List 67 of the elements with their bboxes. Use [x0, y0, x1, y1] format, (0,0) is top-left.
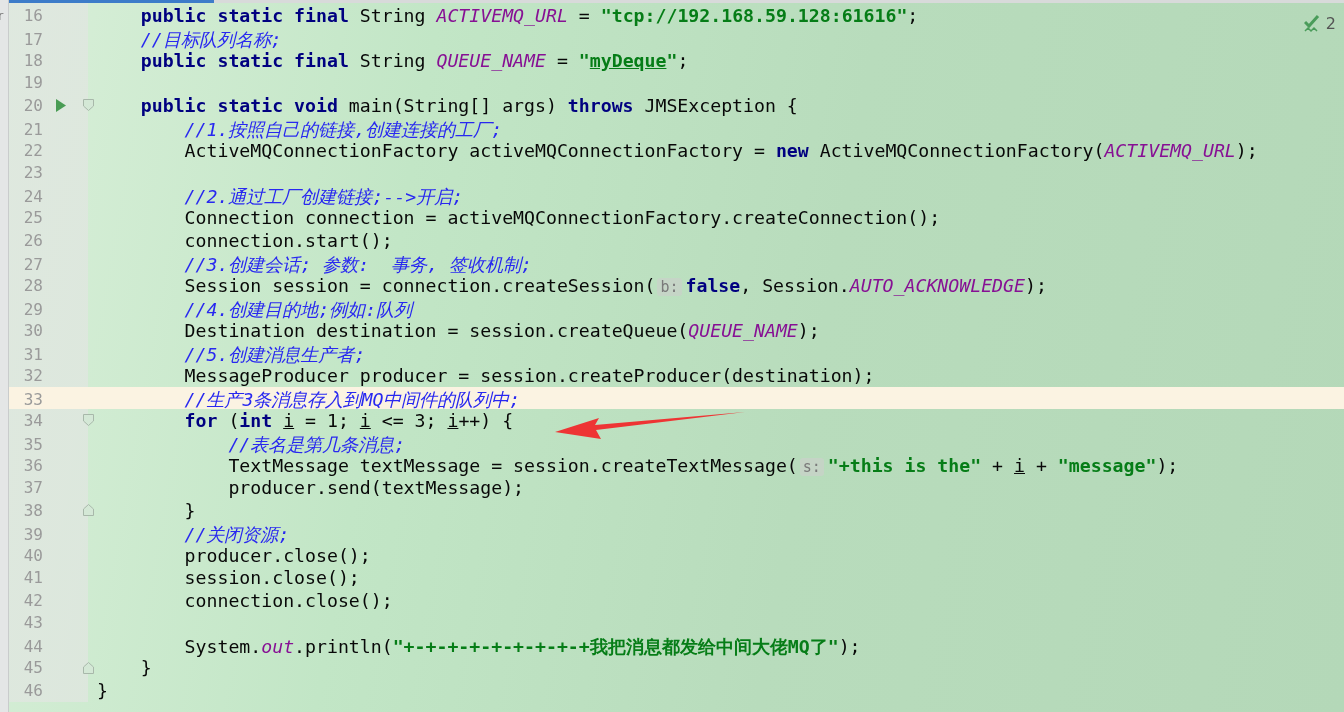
code-line: TextMessage textMessage = session.createTextMessage( s: "+this is the" + i + "message");	[227, 454, 1179, 476]
line-number: 21	[23, 119, 43, 139]
line-number: 30	[23, 320, 43, 340]
line-number: 44	[23, 637, 43, 656]
line-number: 46	[23, 680, 43, 700]
fold-icon[interactable]	[82, 504, 94, 517]
line-number: 26	[23, 230, 43, 250]
code-line: //5.创建消息生产者;	[183, 343, 366, 365]
problem-count[interactable]: 2	[1325, 14, 1336, 33]
line-number: 27	[23, 254, 43, 274]
edge-text: r	[0, 8, 5, 23]
line-number: 22	[23, 140, 43, 160]
code-line: //3.创建会话; 参数: 事务, 签收机制;	[183, 253, 532, 275]
code-line: //1.按照自己的链接,创建连接的工厂;	[183, 118, 503, 140]
line-number: 20	[23, 95, 43, 115]
code-line: session.close();	[183, 567, 360, 589]
code-line: producer.close();	[183, 544, 371, 566]
line-number: 45	[23, 658, 43, 678]
fold-icon[interactable]	[82, 99, 94, 112]
code-line: for (int i = 1; i <= 3; i++) {	[183, 409, 514, 431]
line-number: 18	[23, 50, 43, 70]
line-number: 38	[23, 500, 43, 520]
line-number: 34	[23, 410, 43, 430]
line-number: 36	[23, 455, 43, 475]
line-number: 42	[23, 590, 43, 610]
code-line: }	[139, 657, 152, 679]
code-line: //生产3条消息存入到MQ中间件的队列中;	[183, 388, 521, 410]
line-number: 35	[23, 434, 43, 454]
code-line: Connection connection = activeMQConnectionFactory.createConnection();	[183, 207, 941, 229]
code-line: //2.通过工厂创建链接;-->开启;	[183, 186, 464, 207]
code-line: //关闭资源;	[183, 523, 290, 545]
run-icon[interactable]	[55, 98, 67, 112]
line-number: 28	[23, 275, 43, 295]
code-line: producer.send(textMessage);	[227, 477, 525, 499]
line-number: 29	[23, 299, 43, 319]
line-number: 37	[23, 478, 43, 498]
code-line: //表名是第几条消息;	[227, 433, 406, 455]
code-line: ActiveMQConnectionFactory activeMQConnectionFactory = new ActiveMQConnectionFactory(ACTIVEMQ_URL);	[183, 139, 1258, 161]
code-line: connection.start();	[183, 229, 393, 251]
code-line: MessageProducer producer = session.createProducer(destination);	[183, 364, 875, 386]
code-line: //4.创建目的地;例如:队列	[183, 298, 413, 320]
line-number: 32	[23, 365, 43, 385]
code-line: System.out.println("+-+-+-+-+-+-+-+-+我把消息都发给中间大佬MQ了");	[183, 636, 861, 657]
code-line: }	[97, 679, 108, 701]
code-line: Destination destination = session.createQueue(QUEUE_NAME);	[183, 319, 820, 341]
line-number: 33	[23, 389, 43, 409]
fold-icon[interactable]	[82, 661, 94, 674]
code-line: connection.close();	[183, 589, 393, 611]
line-number: 24	[23, 187, 43, 206]
line-number: 41	[23, 568, 43, 588]
line-number: 23	[23, 163, 43, 183]
code-line: public static void main(String[] args) throws JMSException {	[139, 94, 798, 116]
check-icon[interactable]	[1303, 14, 1322, 33]
code-line: public static final String ACTIVEMQ_URL = "tcp://192.168.59.128:61616";	[139, 4, 919, 26]
line-number: 19	[23, 73, 43, 93]
line-number: 16	[23, 5, 43, 25]
line-number: 17	[23, 29, 43, 49]
line-number: 39	[23, 524, 43, 544]
fold-icon[interactable]	[82, 414, 94, 427]
code-line: public static final String QUEUE_NAME = "myDeque";	[139, 49, 689, 71]
line-number: 25	[23, 208, 43, 228]
line-number: 40	[23, 545, 43, 565]
line-number: 31	[23, 344, 43, 364]
code-line: //目标队列名称;	[139, 28, 282, 50]
code-line: }	[183, 499, 196, 521]
code-line: Session session = connection.createSession( b: false, Session.AUTO_ACKNOWLEDGE);	[183, 274, 1047, 296]
line-number: 43	[23, 613, 43, 633]
